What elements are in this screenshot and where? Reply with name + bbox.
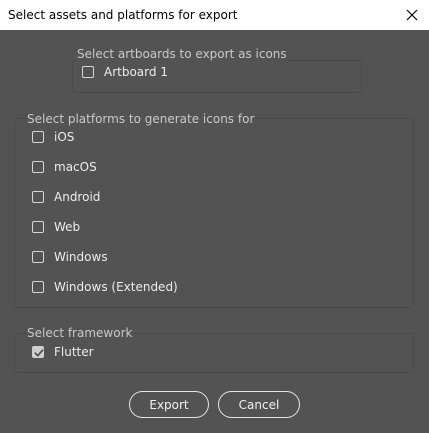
window-title: Select assets and platforms for export: [8, 8, 238, 22]
checkbox-flutter[interactable]: Flutter: [32, 343, 94, 361]
checkbox-box[interactable]: [32, 251, 44, 263]
checkbox-box[interactable]: [32, 281, 44, 293]
checkbox-label: Android: [54, 190, 101, 204]
checkbox-macos[interactable]: macOS: [32, 158, 97, 176]
checkbox-box[interactable]: [32, 161, 44, 173]
export-button[interactable]: Export: [129, 391, 209, 418]
checkbox-windows-extended[interactable]: Windows (Extended): [32, 278, 178, 296]
title-bar: Select assets and platforms for export: [0, 0, 429, 30]
checkbox-label: Windows (Extended): [54, 280, 178, 294]
artboards-legend: Select artboards to export as icons: [76, 47, 288, 61]
checkbox-label: macOS: [54, 160, 97, 174]
checkbox-box[interactable]: [82, 66, 94, 78]
checkbox-label: iOS: [54, 130, 75, 144]
checkbox-ios[interactable]: iOS: [32, 128, 74, 146]
checkbox-label: Artboard 1: [104, 65, 168, 79]
checkbox-label: Web: [54, 220, 81, 234]
checkbox-label: Windows: [54, 250, 108, 264]
checkbox-android[interactable]: Android: [32, 188, 100, 206]
checkbox-box[interactable]: [32, 191, 44, 203]
checkbox-artboard-1[interactable]: Artboard 1: [82, 63, 168, 81]
checkbox-box[interactable]: [32, 221, 44, 233]
platforms-legend: Select platforms to generate icons for: [26, 112, 256, 126]
checkbox-checked[interactable]: [32, 346, 44, 358]
checkbox-box[interactable]: [32, 131, 44, 143]
checkbox-windows[interactable]: Windows: [32, 248, 108, 266]
framework-legend: Select framework: [26, 326, 134, 340]
close-icon[interactable]: [401, 4, 423, 26]
cancel-button[interactable]: Cancel: [218, 391, 300, 418]
checkmark-icon: [34, 349, 44, 357]
checkbox-web[interactable]: Web: [32, 218, 80, 236]
checkbox-label: Flutter: [54, 345, 94, 359]
